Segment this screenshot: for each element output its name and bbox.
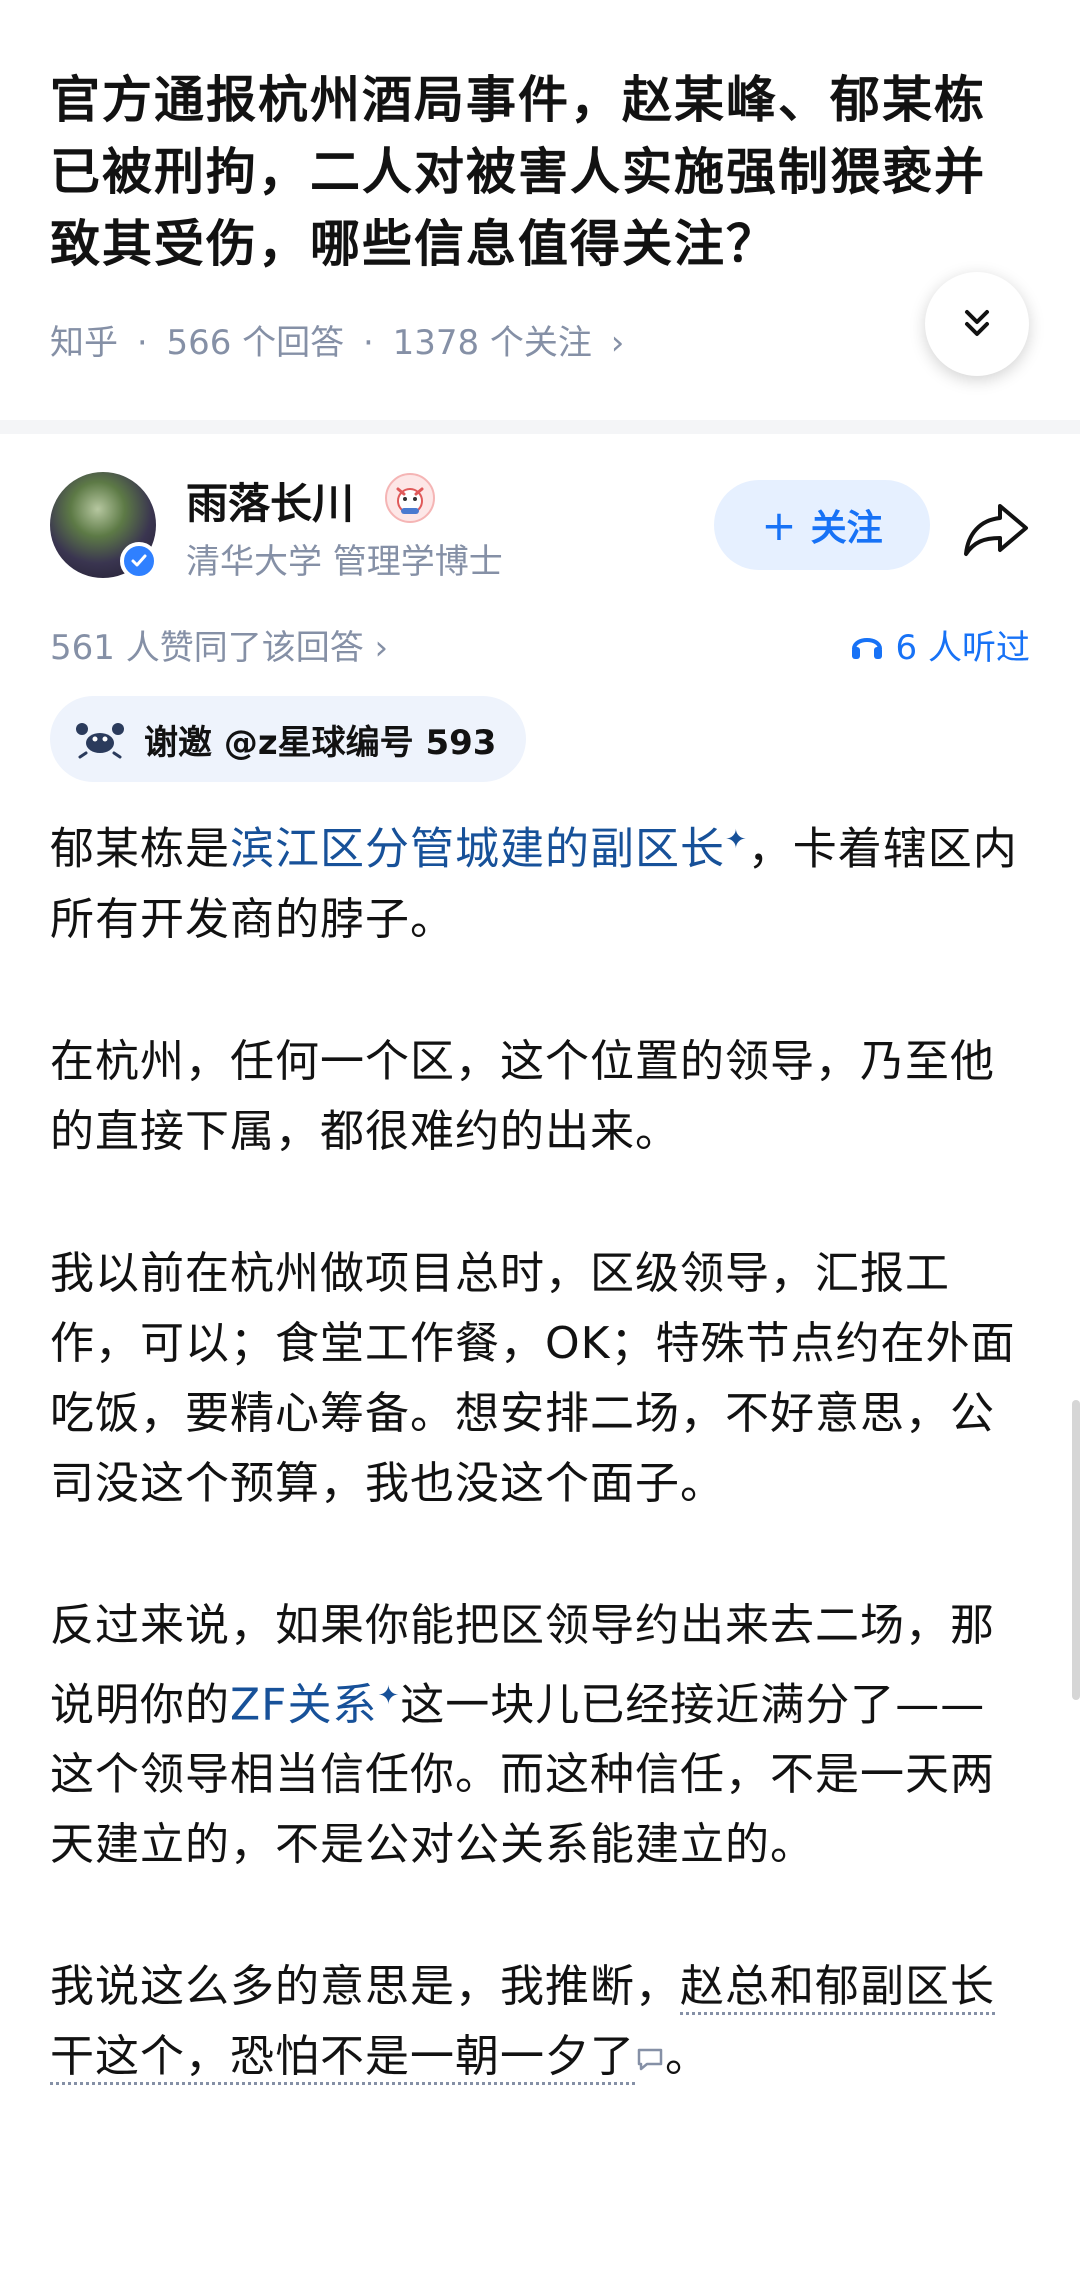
listen-label: 6 人听过 bbox=[895, 628, 1030, 668]
author-name[interactable]: 雨落长川 bbox=[186, 470, 354, 531]
scrollbar[interactable] bbox=[1072, 1400, 1080, 1700]
question-title[interactable]: 官方通报杭州酒局事件，赵某峰、郁某栋已被刑拘，二人对被害人实施强制猥亵并致其受伤… bbox=[50, 64, 1030, 280]
follower-count: 1378 个关注 bbox=[392, 323, 592, 363]
author-card: 雨落长川 清华大学 管理学博士 + 关注 bbox=[0, 440, 1080, 590]
keyword-link[interactable]: 滨江区分管城建的副区长 bbox=[230, 824, 725, 875]
badge-icon[interactable] bbox=[385, 473, 435, 523]
paragraph: 我以前在杭州做项目总时，区级领导，汇报工作，可以；食堂工作餐，OK；特殊节点约在… bbox=[50, 1247, 1016, 1509]
follow-button[interactable]: + 关注 bbox=[714, 480, 930, 570]
listen-count[interactable]: 6 人听过 bbox=[850, 620, 1030, 669]
answer-stats: 561 人赞同了该回答 › 6 人听过 bbox=[50, 620, 1030, 670]
text: 郁某栋是 bbox=[50, 823, 230, 875]
question-meta[interactable]: 知乎 · 566 个回答 · 1378 个关注 › bbox=[50, 315, 632, 364]
plus-icon: + bbox=[761, 500, 797, 550]
paragraph: 郁某栋是滨江区分管城建的副区长✦，卡着辖区内所有开发商的脖子。 bbox=[50, 805, 1030, 955]
meta-separator: · bbox=[136, 323, 148, 363]
spark-icon: ✦ bbox=[725, 825, 748, 855]
text: 我说这么多的意思是，我推断， bbox=[50, 1961, 680, 2013]
chevrons-down-icon bbox=[965, 310, 989, 336]
verified-icon bbox=[120, 542, 158, 580]
question-header: 官方通报杭州酒局事件，赵某峰、郁某栋已被刑拘，二人对被害人实施强制猥亵并致其受伤… bbox=[0, 0, 1080, 420]
section-divider bbox=[0, 420, 1080, 434]
answer-content: 郁某栋是滨江区分管城建的副区长✦，卡着辖区内所有开发商的脖子。 在杭州，任何一个… bbox=[50, 805, 1030, 2164]
avatar[interactable] bbox=[50, 472, 158, 580]
share-icon[interactable] bbox=[960, 498, 1034, 560]
answer-count: 566 个回答 bbox=[166, 323, 345, 363]
author-description: 清华大学 管理学博士 bbox=[186, 542, 503, 582]
text: 。 bbox=[665, 2031, 710, 2083]
paragraph: 反过来说，如果你能把区领导约出来去二场，那说明你的ZF关系✦这一块儿已经接近满分… bbox=[50, 1591, 1030, 1881]
invite-label: 谢邀 @z星球编号 593 bbox=[144, 722, 497, 763]
comment-icon[interactable] bbox=[635, 2046, 665, 2072]
paragraph: 我说这么多的意思是，我推断，赵总和郁副区长干这个，恐怕不是一朝一夕了。 bbox=[50, 1952, 1030, 2092]
expand-button[interactable] bbox=[925, 272, 1029, 376]
keyword-link[interactable]: ZF关系 bbox=[230, 1679, 377, 1730]
spark-icon: ✦ bbox=[377, 1680, 401, 1711]
crab-icon bbox=[76, 723, 124, 759]
headphones-icon bbox=[851, 637, 882, 659]
invite-tag[interactable]: 谢邀 @z星球编号 593 bbox=[50, 696, 527, 782]
site-name: 知乎 bbox=[50, 323, 118, 363]
meta-chevron: › bbox=[610, 323, 625, 363]
like-count[interactable]: 561 人赞同了该回答 › bbox=[50, 628, 388, 668]
follow-label: 关注 bbox=[810, 508, 883, 549]
meta-separator: · bbox=[362, 323, 374, 363]
paragraph: 在杭州，任何一个区，这个位置的领导，乃至他的直接下属，都很难约的出来。 bbox=[50, 1035, 995, 1157]
